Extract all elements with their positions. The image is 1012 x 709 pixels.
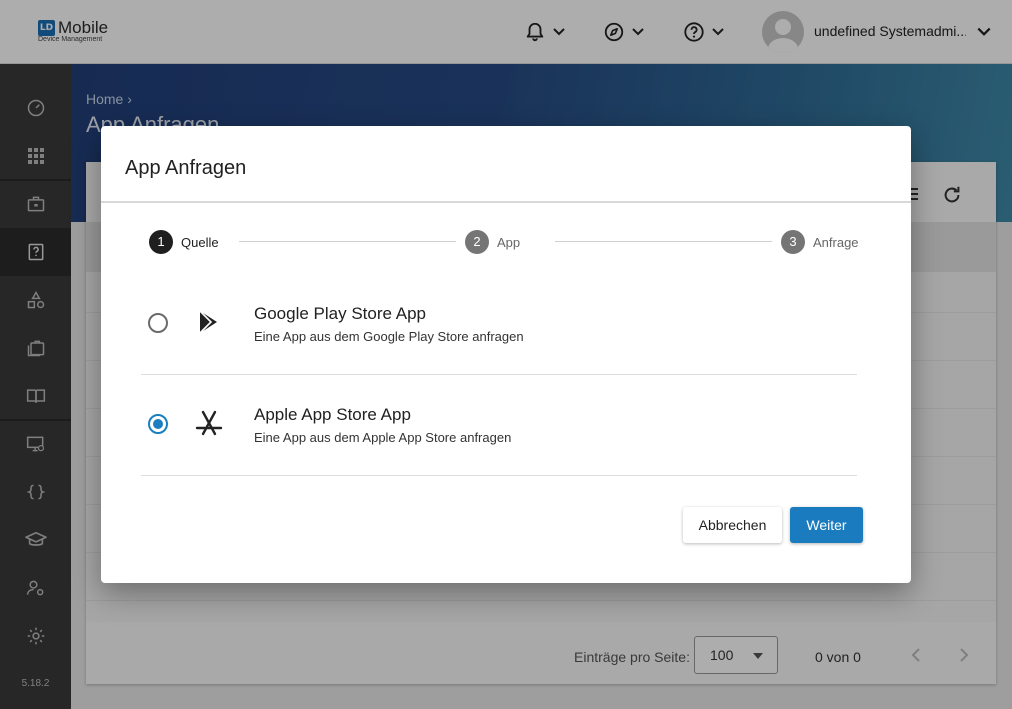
radio-google-play[interactable] — [148, 313, 168, 333]
option-title: Apple App Store App — [254, 405, 411, 424]
next-button[interactable]: Weiter — [790, 507, 863, 543]
cancel-button[interactable]: Abbrechen — [683, 507, 782, 543]
option-divider — [141, 374, 857, 375]
option-description: Eine App aus dem Google Play Store anfra… — [254, 329, 524, 344]
stepper-connector — [239, 241, 456, 242]
stepper-step-source: 1 Quelle — [149, 230, 219, 254]
stepper-step-app: 2 App — [465, 230, 520, 254]
dialog-divider — [101, 201, 911, 203]
option-google-play[interactable]: Google Play Store App Eine App aus dem G… — [141, 275, 857, 375]
step-label: Quelle — [181, 234, 219, 250]
step-number: 2 — [465, 230, 489, 254]
google-play-icon — [199, 310, 217, 334]
app-request-dialog: App Anfragen 1 Quelle 2 App 3 Anfrage Go… — [101, 126, 911, 583]
step-number: 1 — [149, 230, 173, 254]
step-label: Anfrage — [813, 234, 859, 250]
option-apple-app-store[interactable]: Apple App Store App Eine App aus dem App… — [141, 376, 857, 476]
dialog-title: App Anfragen — [125, 157, 247, 179]
app-store-icon — [195, 410, 223, 436]
option-divider — [141, 475, 857, 476]
radio-apple-app-store[interactable] — [148, 414, 168, 434]
stepper-connector — [555, 241, 772, 242]
option-description: Eine App aus dem Apple App Store anfrage… — [254, 430, 512, 445]
stepper-step-request: 3 Anfrage — [781, 230, 859, 254]
step-label: App — [497, 234, 521, 250]
step-number: 3 — [781, 230, 805, 254]
option-title: Google Play Store App — [254, 304, 427, 323]
